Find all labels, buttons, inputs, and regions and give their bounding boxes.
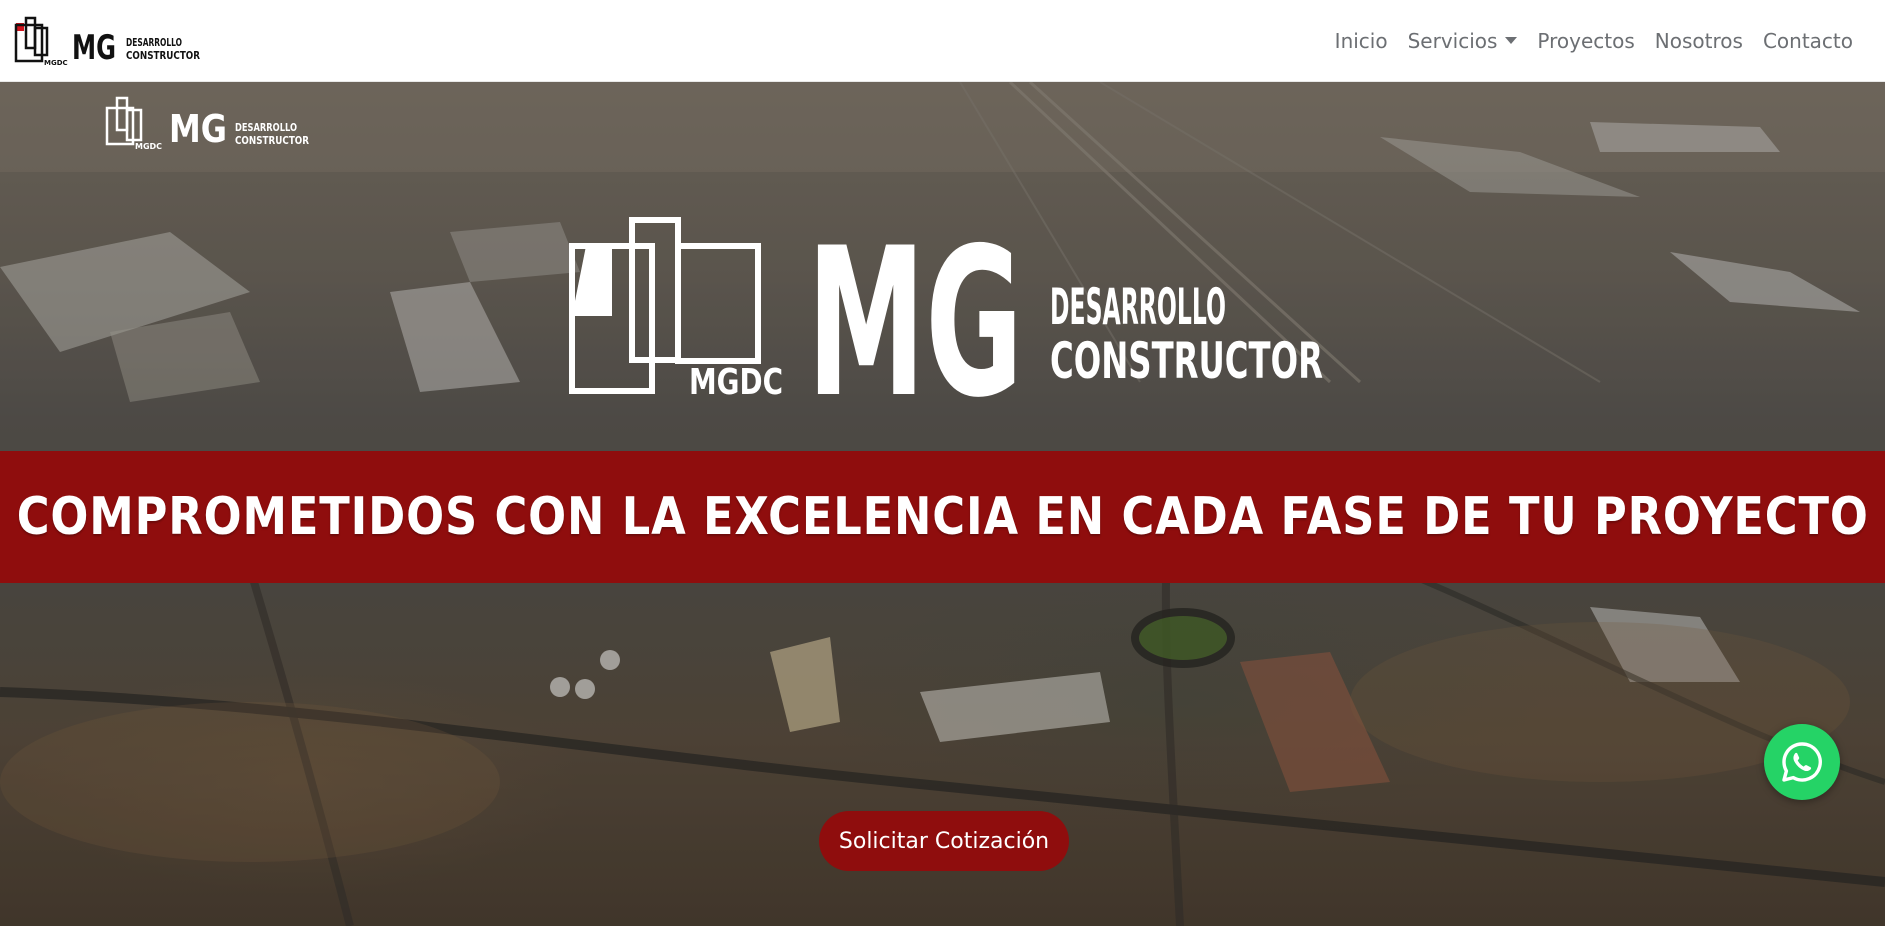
- mgdc-logo-icon: MGDC MG DESARROLLO CONSTRUCTOR: [14, 16, 200, 68]
- svg-text:CONSTRUCTOR: CONSTRUCTOR: [1050, 332, 1323, 390]
- nav-link-servicios[interactable]: Servicios: [1398, 29, 1528, 53]
- whatsapp-button[interactable]: [1764, 724, 1840, 800]
- chevron-down-icon: [1505, 37, 1518, 44]
- hero-main-logo: MGDC MG DESARROLLO CONSTRUCTOR: [564, 205, 1334, 443]
- request-quote-button[interactable]: Solicitar Cotización: [819, 811, 1069, 871]
- svg-text:MG: MG: [72, 28, 116, 68]
- mgdc-logo-icon: MGDC MG DESARROLLO CONSTRUCTOR: [105, 96, 309, 151]
- svg-text:MGDC: MGDC: [689, 362, 783, 403]
- svg-text:MGDC: MGDC: [135, 142, 162, 151]
- svg-text:MG: MG: [169, 107, 227, 151]
- nav-link-contacto[interactable]: Contacto: [1753, 29, 1863, 53]
- hero-small-logo: MGDC MG DESARROLLO CONSTRUCTOR: [105, 94, 310, 159]
- svg-text:CONSTRUCTOR: CONSTRUCTOR: [235, 134, 309, 147]
- nav-link-servicios-label: Servicios: [1407, 28, 1498, 53]
- hero-banner: COMPROMETIDOS CON LA EXCELENCIA EN CADA …: [0, 451, 1885, 583]
- nav-link-nosotros[interactable]: Nosotros: [1645, 29, 1753, 53]
- whatsapp-icon: [1782, 742, 1822, 782]
- svg-text:MGDC: MGDC: [44, 59, 68, 67]
- svg-text:MG: MG: [807, 216, 1023, 416]
- navbar: MGDC MG DESARROLLO CONSTRUCTOR Inicio Se…: [0, 0, 1885, 82]
- nav-links: Inicio Servicios Proyectos Nosotros Cont…: [1325, 29, 1863, 53]
- nav-link-inicio[interactable]: Inicio: [1325, 29, 1398, 53]
- svg-text:CONSTRUCTOR: CONSTRUCTOR: [126, 49, 200, 62]
- mgdc-logo-large-icon: MGDC MG DESARROLLO CONSTRUCTOR: [569, 205, 1323, 443]
- nav-link-proyectos[interactable]: Proyectos: [1527, 29, 1644, 53]
- svg-text:DESARROLLO: DESARROLLO: [235, 121, 297, 134]
- svg-text:DESARROLLO: DESARROLLO: [1050, 278, 1226, 336]
- svg-text:DESARROLLO: DESARROLLO: [126, 36, 182, 49]
- brand-logo[interactable]: MGDC MG DESARROLLO CONSTRUCTOR: [12, 13, 202, 69]
- hero-banner-text: COMPROMETIDOS CON LA EXCELENCIA EN CADA …: [16, 487, 1869, 547]
- hero-section: MGDC MG DESARROLLO CONSTRUCTOR MGDC MG D…: [0, 82, 1885, 926]
